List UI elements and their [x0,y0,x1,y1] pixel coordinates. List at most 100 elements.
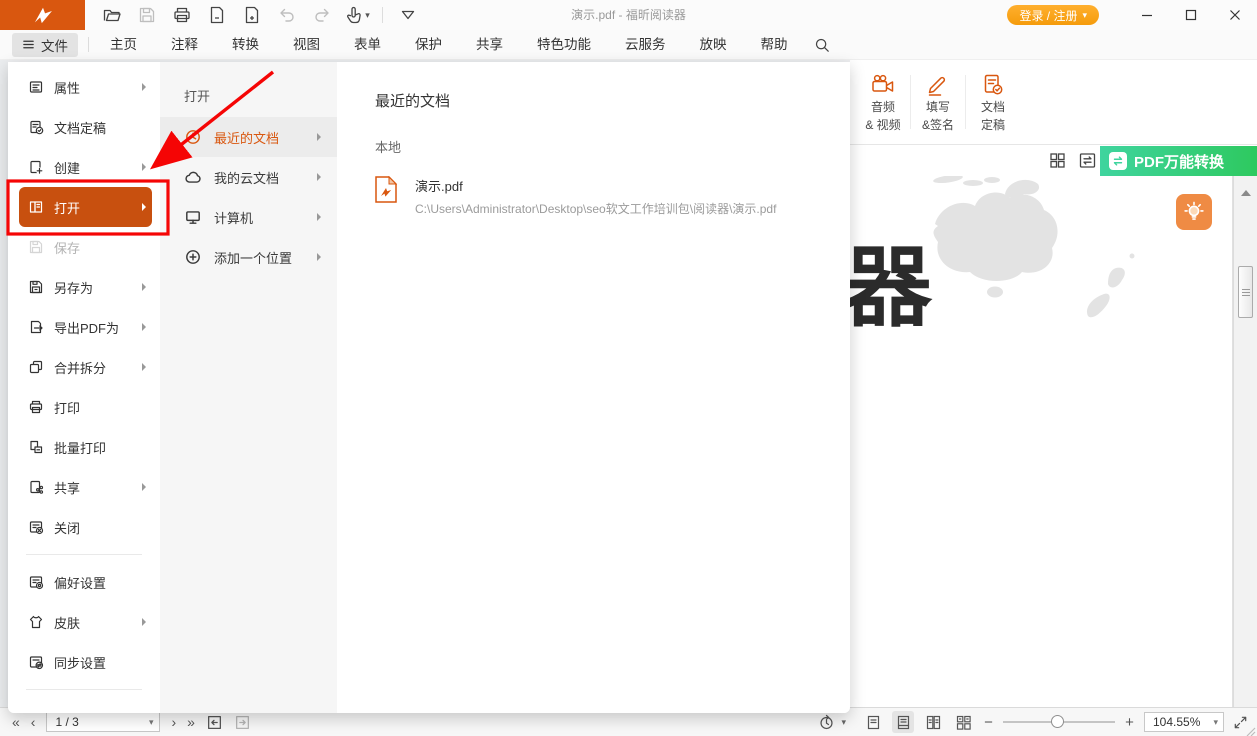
next-page-button[interactable]: › [171,712,176,732]
auto-scroll-icon [818,714,835,731]
menu-item-preferences[interactable]: 偏好设置 [8,562,160,602]
menubar-separator [88,37,89,52]
menu-item-label: 创建 [54,158,132,177]
first-page-button[interactable]: « [12,712,20,732]
close-icon [1229,9,1241,21]
recent-file-item[interactable]: 演示.pdf C:\Users\Administrator\Desktop\se… [375,176,850,217]
zoom-level-select[interactable]: 104.55% ▾ [1144,712,1224,732]
maximize-icon [1185,9,1197,21]
menu-tab[interactable]: 放映 [683,30,744,60]
close-button[interactable] [1213,0,1257,30]
ribbon: 音频 & 视频 填写 &签名 文档 定稿 [850,60,1257,145]
menu-item-export-pdf[interactable]: 导出PDF为 [8,307,160,347]
statusbar-right: ▾ − + 104.55% ▾ [815,711,1249,733]
menu-tab[interactable]: 视图 [276,30,337,60]
open-recent-documents[interactable]: 最近的文档 [160,117,337,157]
last-page-button[interactable]: » [187,712,195,732]
menu-item-close[interactable]: 关闭 [8,507,160,547]
open-panel-title: 打开 [184,86,337,105]
scrollbar-thumb[interactable] [1238,266,1253,318]
open-file-button[interactable] [99,2,125,28]
menu-tab[interactable]: 表单 [337,30,398,60]
ribbon-fill-sign-button[interactable]: 填写 &签名 [912,71,964,133]
ribbon-doc-finalize-button[interactable]: 文档 定稿 [967,71,1019,133]
menu-tab[interactable]: 共享 [459,30,520,60]
menu-item-open[interactable]: 打开 [19,187,152,227]
hand-tool-button[interactable]: ▾ [344,2,370,28]
menu-item-save[interactable]: 保存 [8,227,160,267]
hamburger-icon [22,38,35,51]
menu-tab[interactable]: 转换 [215,30,276,60]
delete-pages-button[interactable] [204,2,230,28]
menu-tab[interactable]: 注释 [154,30,215,60]
menu-item-share[interactable]: 共享 [8,467,160,507]
scroll-up-arrow[interactable] [1241,190,1251,196]
open-add-a-place[interactable]: 添加一个位置 [160,237,337,277]
tips-lightbulb-button[interactable] [1176,194,1212,230]
menu-tab[interactable]: 云服务 [608,30,683,60]
tab-file[interactable]: 文件 [12,33,78,57]
menu-divider [26,554,142,555]
facing-view-button[interactable] [922,711,944,733]
ribbon-audio-video-button[interactable]: 音频 & 视频 [857,71,909,133]
zoom-out-button[interactable]: − [982,714,995,731]
menu-tab[interactable]: 主页 [93,30,154,60]
redo-button[interactable] [309,2,335,28]
customize-toolbar-button[interactable] [395,2,421,28]
minimize-button[interactable] [1125,0,1169,30]
menu-item-sync-settings[interactable]: 同步设置 [8,642,160,682]
menu-item-print[interactable]: 打印 [8,387,160,427]
menu-item-merge-split[interactable]: 合并拆分 [8,347,160,387]
prev-view-button[interactable] [206,714,223,731]
menu-item-label: 文档定稿 [54,118,146,137]
menu-tab[interactable]: 特色功能 [520,30,608,60]
zoom-slider-handle[interactable] [1051,715,1064,728]
next-view-button[interactable] [234,714,251,731]
foxit-reader-window: ▾ 演示.pdf - 福昕阅读器 登录 / 注册 ▾ 文件 [0,0,1257,736]
page-swap-button[interactable] [1078,151,1097,170]
zoom-slider[interactable] [1003,713,1115,731]
menu-item-create[interactable]: 创建 [8,147,160,187]
chevron-down-icon: ▾ [1082,10,1087,21]
open-my-cloud-documents[interactable]: 我的云文档 [160,157,337,197]
menu-item-save-as[interactable]: 另存为 [8,267,160,307]
menu-item-skin[interactable]: 皮肤 [8,602,160,642]
menu-item-doc-finalize[interactable]: 文档定稿 [8,107,160,147]
menu-item-properties[interactable]: 属性 [8,67,160,107]
maximize-button[interactable] [1169,0,1213,30]
statusbar-left: « ‹ 1 / 3 ▾ › » [12,711,251,733]
page-indicator[interactable]: 1 / 3 ▾ [46,712,160,732]
thumbnail-grid-button[interactable] [1048,151,1067,170]
resize-grip[interactable] [1242,723,1256,736]
menu-tab[interactable]: 帮助 [744,30,805,60]
vertical-scrollbar[interactable] [1233,176,1257,707]
app-logo[interactable] [0,0,85,30]
auto-scroll-button[interactable] [815,711,837,733]
save-button[interactable] [134,2,160,28]
menu-tab[interactable]: 保护 [398,30,459,60]
submenu-arrow-icon [317,253,321,261]
chevron-down-icon: ▾ [149,717,154,728]
menu-item-label: 导出PDF为 [54,318,132,337]
open-computer[interactable]: 计算机 [160,197,337,237]
menu-item-label: 打印 [54,398,146,417]
single-page-view-button[interactable] [862,711,884,733]
submenu-arrow-icon [142,283,146,291]
continuous-view-button[interactable] [892,711,914,733]
insert-pages-button[interactable] [239,2,265,28]
menu-item-batch-print[interactable]: 批量打印 [8,427,160,467]
pdf-file-icon [375,176,397,203]
world-map-graphic [920,176,1220,346]
zoom-in-button[interactable]: + [1123,714,1136,731]
pdf-convert-button[interactable]: PDF万能转换 [1100,146,1257,176]
login-button[interactable]: 登录 / 注册 ▾ [1007,5,1099,25]
grid-view-button[interactable] [952,711,974,733]
search-button[interactable] [809,32,835,58]
continuous-page-icon [895,714,912,731]
undo-button[interactable] [274,2,300,28]
prev-page-button[interactable]: ‹ [31,712,36,732]
menu-item-label: 皮肤 [54,613,132,632]
chevron-down-icon[interactable]: ▾ [841,717,846,728]
search-icon [814,37,830,53]
print-button[interactable] [169,2,195,28]
